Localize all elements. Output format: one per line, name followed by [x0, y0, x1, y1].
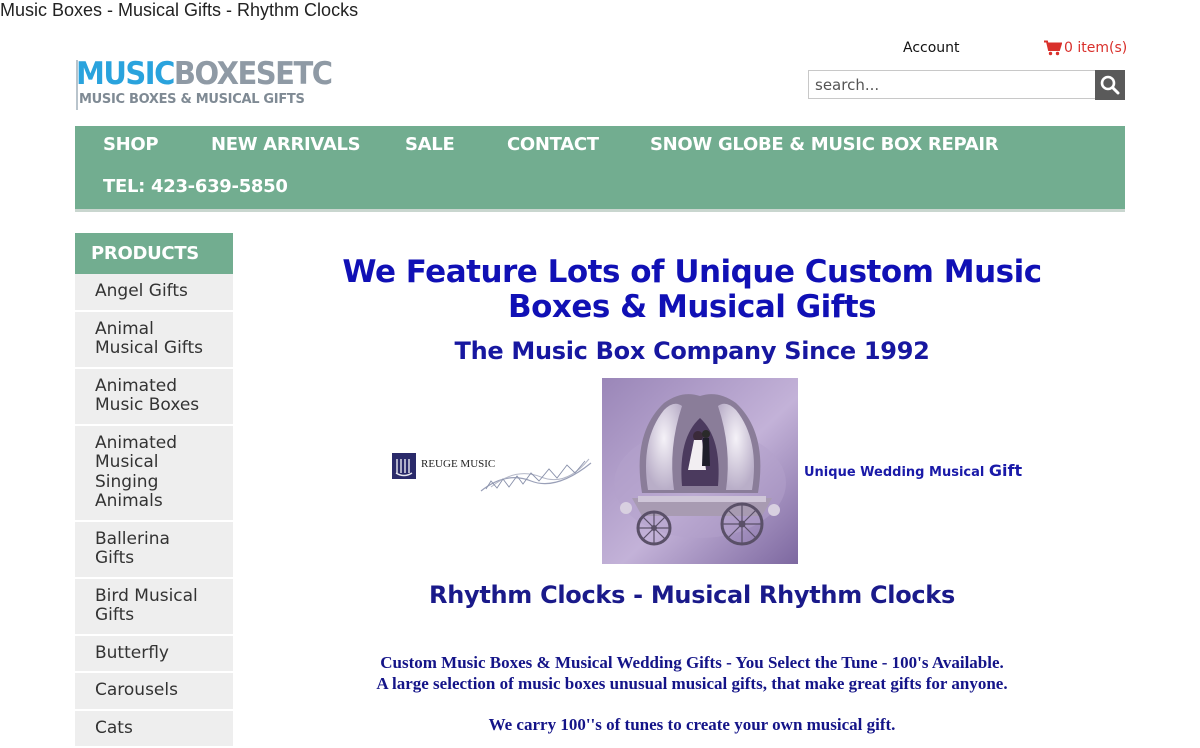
wedding-link-text: Unique Wedding Musical: [804, 465, 989, 480]
reuge-music-logo[interactable]: REUGE MUSIC: [391, 451, 596, 495]
wedding-carriage-photo[interactable]: [602, 378, 798, 564]
cart-count: 0 item(s): [1064, 40, 1127, 56]
account-link[interactable]: Account: [903, 40, 960, 56]
nav-telephone[interactable]: TEL: 423-639-5850: [103, 176, 288, 197]
sidebar-item-angel-gifts[interactable]: Angel Gifts: [75, 274, 233, 312]
main-nav: SHOP NEW ARRIVALS SALE CONTACT SNOW GLOB…: [75, 126, 1125, 209]
sidebar-item-ballerina-gifts[interactable]: BallerinaGifts: [75, 522, 233, 579]
cart-link[interactable]: 0 item(s): [1044, 40, 1127, 56]
logo-word-boxesetc: BOXESETC: [174, 55, 332, 92]
search-input[interactable]: [808, 70, 1095, 99]
sidebar-item-animal-musical-gifts[interactable]: AnimalMusical Gifts: [75, 312, 233, 369]
sidebar-item-bird-musical-gifts[interactable]: Bird MusicalGifts: [75, 579, 233, 636]
search-icon: [1100, 75, 1120, 95]
logo-wordmark: MUSICBOXESETC: [76, 54, 332, 93]
nav-underline: [75, 209, 1125, 212]
sidebar-item-butterfly[interactable]: Butterfly: [75, 636, 233, 674]
intro-line-3: We carry 100''s of tunes to create your …: [300, 714, 1084, 735]
intro-line-1: Custom Music Boxes & Musical Wedding Gif…: [300, 652, 1084, 673]
search-button[interactable]: [1095, 70, 1125, 100]
main-content: We Feature Lots of Unique Custom Music B…: [300, 255, 1084, 365]
logo-word-music: MUSIC: [76, 55, 174, 92]
company-subheading: The Music Box Company Since 1992: [300, 337, 1084, 365]
products-sidebar: PRODUCTS Angel Gifts AnimalMusical Gifts…: [75, 233, 233, 748]
intro-line-2: A large selection of music boxes unusual…: [300, 673, 1084, 694]
sidebar-item-cats[interactable]: Cats: [75, 711, 233, 748]
cart-icon: [1044, 40, 1062, 56]
sidebar-item-carousels[interactable]: Carousels: [75, 673, 233, 711]
site-logo[interactable]: MUSICBOXESETC MUSIC BOXES & MUSICAL GIFT…: [76, 54, 276, 114]
reuge-label: REUGE MUSIC: [421, 458, 495, 470]
nav-new-arrivals[interactable]: NEW ARRIVALS: [211, 134, 360, 155]
rhythm-clocks-heading[interactable]: Rhythm Clocks - Musical Rhythm Clocks: [300, 581, 1084, 609]
sidebar-item-animated-singing-animals[interactable]: AnimatedMusicalSingingAnimals: [75, 426, 233, 522]
sidebar-item-animated-music-boxes[interactable]: AnimatedMusic Boxes: [75, 369, 233, 426]
nav-contact[interactable]: CONTACT: [507, 134, 599, 155]
main-heading: We Feature Lots of Unique Custom Music B…: [300, 255, 1084, 325]
logo-tagline: MUSIC BOXES & MUSICAL GIFTS: [79, 92, 305, 107]
wedding-gift-link[interactable]: Unique Wedding Musical Gift: [804, 461, 1022, 480]
wedding-link-gift: Gift: [989, 461, 1022, 480]
sidebar-heading: PRODUCTS: [75, 233, 233, 274]
nav-shop[interactable]: SHOP: [103, 134, 158, 155]
carriage-image: [602, 378, 798, 564]
nav-sale[interactable]: SALE: [405, 134, 454, 155]
page-title: Music Boxes - Musical Gifts - Rhythm Clo…: [0, 0, 358, 20]
intro-paragraphs: Custom Music Boxes & Musical Wedding Gif…: [300, 652, 1084, 735]
nav-repair[interactable]: SNOW GLOBE & MUSIC BOX REPAIR: [650, 134, 998, 155]
paragraph-spacer: [300, 694, 1084, 714]
